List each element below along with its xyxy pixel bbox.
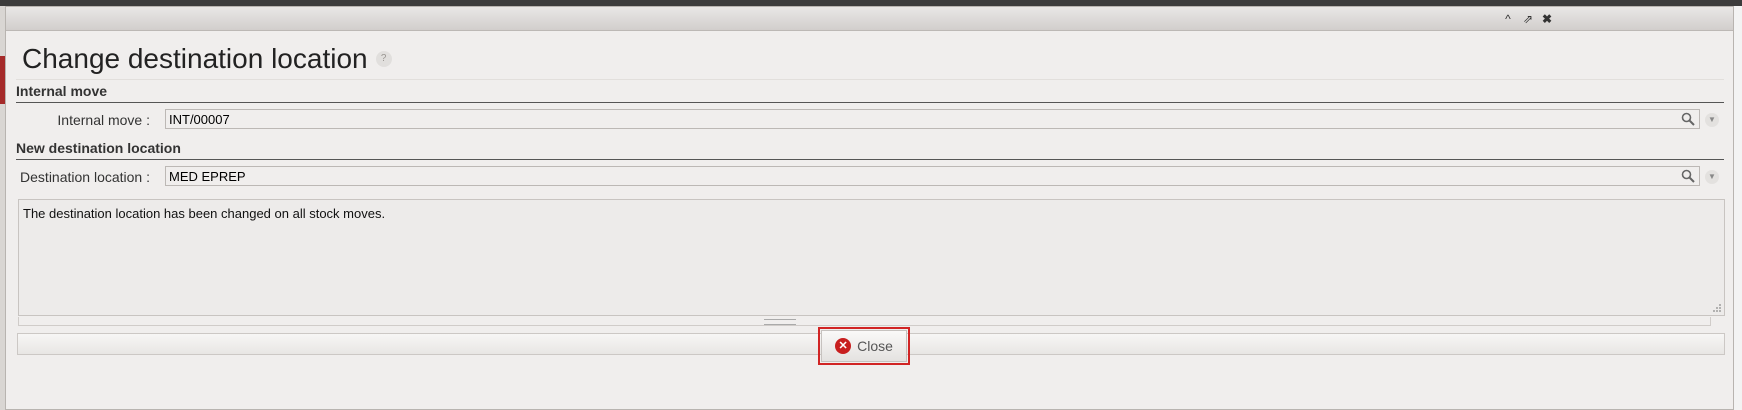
close-button-label: Close bbox=[857, 338, 893, 354]
internal-move-field[interactable]: INT/00007 bbox=[165, 109, 1700, 129]
title-divider bbox=[16, 79, 1724, 80]
internal-move-value: INT/00007 bbox=[169, 112, 230, 127]
close-dialog-icon[interactable]: ✖ bbox=[1539, 11, 1555, 27]
destination-location-value: MED EPREP bbox=[169, 169, 246, 184]
help-icon[interactable]: ? bbox=[375, 50, 392, 67]
page-title: Change destination location? bbox=[22, 43, 392, 75]
destination-location-field[interactable]: MED EPREP bbox=[165, 166, 1700, 186]
chevron-down-icon[interactable]: ▼ bbox=[1705, 113, 1719, 127]
dialog-titlebar[interactable]: ^ ⇗ ✖ bbox=[6, 7, 1733, 31]
splitter[interactable] bbox=[18, 317, 1711, 326]
background-app-edge bbox=[1734, 6, 1742, 410]
search-icon[interactable] bbox=[1681, 169, 1695, 183]
change-destination-dialog: ^ ⇗ ✖ Change destination location? Inter… bbox=[5, 6, 1734, 410]
search-icon[interactable] bbox=[1681, 112, 1695, 126]
section-internal-move-title: Internal move bbox=[16, 83, 1724, 103]
chevron-down-icon[interactable]: ▼ bbox=[1705, 170, 1719, 184]
splitter-handle[interactable] bbox=[764, 319, 796, 325]
close-circle-icon: ✕ bbox=[835, 338, 852, 354]
destination-location-label: Destination location : bbox=[20, 169, 150, 185]
resize-grip-icon[interactable] bbox=[1712, 303, 1722, 313]
close-button[interactable]: ✕ Close bbox=[821, 330, 907, 362]
minimize-icon[interactable]: ^ bbox=[1500, 11, 1516, 27]
internal-move-label: Internal move : bbox=[57, 112, 150, 128]
message-text-area[interactable]: The destination location has been change… bbox=[18, 199, 1725, 316]
page-title-text: Change destination location bbox=[22, 43, 368, 74]
section-new-destination-title: New destination location bbox=[16, 140, 1724, 160]
result-message: The destination location has been change… bbox=[23, 206, 386, 221]
popout-icon[interactable]: ⇗ bbox=[1520, 11, 1536, 27]
